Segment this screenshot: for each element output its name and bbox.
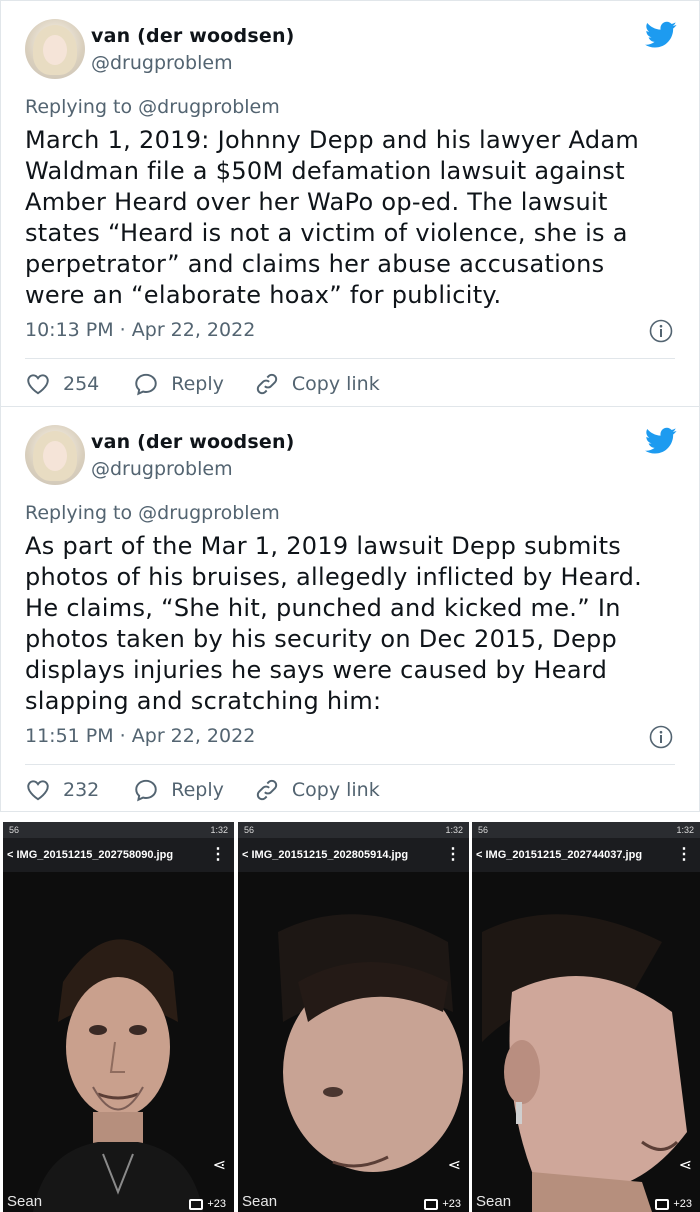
heart-icon: [27, 780, 49, 801]
photo-title-bar: < IMG_20151215_202744037.jpg ⋮: [472, 838, 700, 872]
photo-count[interactable]: +23: [189, 1198, 226, 1210]
phone-screenshot[interactable]: 56 1:32 < IMG_20151215_202744037.jpg ⋮ ⋖…: [472, 822, 700, 1212]
tweet-card: van (der woodsen) @drugproblem Replying …: [0, 406, 700, 812]
photo-title-bar: < IMG_20151215_202805914.jpg ⋮: [238, 838, 469, 872]
user-handle[interactable]: @drugproblem: [91, 458, 233, 480]
link-icon: [256, 779, 278, 801]
status-left: 56: [244, 825, 255, 835]
share-icon[interactable]: ⋖: [679, 1155, 692, 1174]
photo-title-bar: < IMG_20151215_202758090.jpg ⋮: [3, 838, 234, 872]
user-avatar[interactable]: [25, 425, 85, 485]
photo-owner: Sean: [7, 1193, 43, 1210]
tweet-line: displays injuries he says were caused by…: [25, 656, 608, 684]
reply-button[interactable]: Reply: [133, 777, 224, 803]
tweet-actions: 232 Reply Copy link: [25, 775, 380, 805]
photo-count-label: +23: [207, 1198, 226, 1210]
reply-button[interactable]: Reply: [133, 371, 224, 397]
reply-label: Reply: [171, 373, 224, 395]
photo-count-label: +23: [673, 1198, 692, 1210]
photo-filename[interactable]: < IMG_20151215_202744037.jpg: [476, 849, 642, 861]
face-photo-frontal: [3, 872, 234, 1212]
photo-filename[interactable]: < IMG_20151215_202758090.jpg: [7, 849, 173, 861]
heart-icon: [27, 374, 49, 395]
photo-owner: Sean: [476, 1193, 512, 1210]
copy-link-label: Copy link: [291, 779, 380, 801]
more-options-icon[interactable]: ⋮: [676, 838, 692, 872]
camera-icon: [189, 1198, 204, 1210]
status-left: 56: [478, 825, 489, 835]
tweet-card: van (der woodsen) @drugproblem Replying …: [0, 0, 700, 407]
photo: [472, 872, 700, 1212]
like-count: 232: [63, 779, 100, 801]
photo-count[interactable]: +23: [424, 1198, 461, 1210]
user-avatar[interactable]: [25, 19, 85, 79]
info-icon[interactable]: [649, 725, 673, 749]
tweet-timestamp[interactable]: 11:51 PM · Apr 22, 2022: [25, 725, 255, 747]
tweet-line: As part of the Mar 1, 2019 lawsuit Depp …: [25, 532, 622, 560]
replying-to[interactable]: Replying to @drugproblem: [25, 96, 280, 118]
camera-icon: [424, 1198, 439, 1210]
share-icon[interactable]: ⋖: [213, 1155, 226, 1174]
tweet-line: photos of his bruises, allegedly inflict…: [25, 563, 643, 591]
phone-screenshot[interactable]: 56 1:32 < IMG_20151215_202758090.jpg ⋮ ⋖: [3, 822, 234, 1212]
status-bar: 56 1:32: [3, 822, 234, 838]
like-button[interactable]: 254: [25, 371, 99, 397]
user-handle[interactable]: @drugproblem: [91, 52, 233, 74]
like-button[interactable]: 232: [25, 777, 99, 803]
user-name[interactable]: van (der woodsen): [91, 25, 295, 47]
reply-icon: [135, 779, 157, 802]
divider: [25, 358, 675, 359]
more-options-icon[interactable]: ⋮: [445, 838, 461, 872]
photo: [3, 872, 234, 1212]
copy-link-button[interactable]: Copy link: [254, 777, 380, 803]
tweet-text: March 1, 2019: Johnny Depp and his lawye…: [25, 125, 675, 311]
photo-filename[interactable]: < IMG_20151215_202805914.jpg: [242, 849, 408, 861]
copy-link-button[interactable]: Copy link: [254, 371, 380, 397]
reply-icon: [135, 373, 157, 396]
tweet-line: photos taken by his security on Dec 2015…: [25, 625, 618, 653]
status-time: 1:32: [210, 825, 228, 835]
reply-label: Reply: [171, 779, 224, 801]
face-photo-profile: [472, 872, 700, 1212]
photo-strip: 56 1:32 < IMG_20151215_202758090.jpg ⋮ ⋖: [0, 822, 700, 1212]
twitter-bird-icon[interactable]: [645, 21, 677, 49]
photo-count-label: +23: [442, 1198, 461, 1210]
link-icon: [256, 373, 278, 395]
tweet-line: He claims, “She hit, punched and kicked …: [25, 594, 621, 622]
more-options-icon[interactable]: ⋮: [210, 838, 226, 872]
tweet-line: were an “elaborate hoax” for publicity.: [25, 281, 502, 309]
status-time: 1:32: [445, 825, 463, 835]
camera-icon: [655, 1198, 670, 1210]
like-count: 254: [63, 373, 100, 395]
face-photo-top: [238, 872, 469, 1212]
photo: [238, 872, 469, 1212]
user-name[interactable]: van (der woodsen): [91, 431, 295, 453]
tweet-line: Waldman file a $50M defamation lawsuit a…: [25, 157, 625, 185]
tweet-actions: 254 Reply Copy link: [25, 369, 380, 399]
replying-to[interactable]: Replying to @drugproblem: [25, 502, 280, 524]
status-bar: 56 1:32: [472, 822, 700, 838]
info-icon[interactable]: [649, 319, 673, 343]
status-left: 56: [9, 825, 20, 835]
copy-link-label: Copy link: [291, 373, 380, 395]
tweet-line: Amber Heard over her WaPo op-ed. The law…: [25, 188, 608, 216]
tweet-line: perpetrator” and claims her abuse accusa…: [25, 250, 605, 278]
status-bar: 56 1:32: [238, 822, 469, 838]
status-time: 1:32: [676, 825, 694, 835]
tweet-line: slapping and scratching him:: [25, 687, 382, 715]
phone-screenshot[interactable]: 56 1:32 < IMG_20151215_202805914.jpg ⋮ ⋖…: [238, 822, 469, 1212]
photo-owner: Sean: [242, 1193, 278, 1210]
tweet-line: states “Heard is not a victim of violenc…: [25, 219, 628, 247]
tweet-text: As part of the Mar 1, 2019 lawsuit Depp …: [25, 531, 675, 717]
tweet-line: March 1, 2019: Johnny Depp and his lawye…: [25, 126, 640, 154]
share-icon[interactable]: ⋖: [448, 1155, 461, 1174]
photo-count[interactable]: +23: [655, 1198, 692, 1210]
tweet-timestamp[interactable]: 10:13 PM · Apr 22, 2022: [25, 319, 255, 341]
divider: [25, 764, 675, 765]
twitter-bird-icon[interactable]: [645, 427, 677, 455]
